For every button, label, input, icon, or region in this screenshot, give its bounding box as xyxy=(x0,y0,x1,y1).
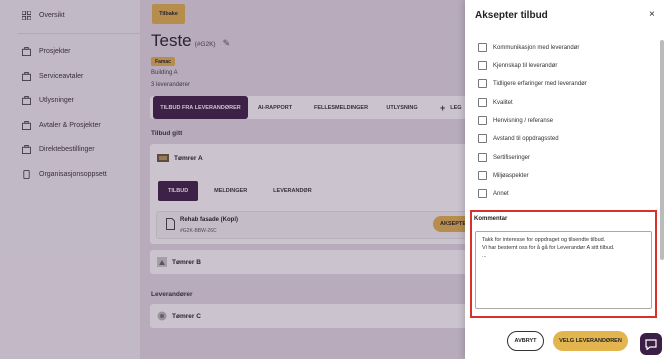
modal-backdrop[interactable] xyxy=(0,0,465,359)
comment-textarea[interactable]: Takk for interesse for oppdraget og tils… xyxy=(475,231,652,309)
criterion-checkbox[interactable]: Avstand til oppdragssted xyxy=(478,134,559,143)
checkbox[interactable] xyxy=(478,98,487,107)
checkbox-label: Henvisning / referanse xyxy=(493,117,554,124)
checkbox[interactable] xyxy=(478,116,487,125)
choose-supplier-button[interactable]: VELG LEVERANDØREN xyxy=(553,331,628,351)
criterion-checkbox[interactable]: Kvalitet xyxy=(478,98,513,107)
chat-button[interactable] xyxy=(640,333,662,355)
checkbox-label: Kvalitet xyxy=(493,99,513,106)
checkbox[interactable] xyxy=(478,153,487,162)
checkbox-label: Miljøaspekter xyxy=(493,172,529,179)
scrollbar[interactable] xyxy=(660,40,664,260)
criterion-checkbox[interactable]: Kommunikasjon med leverandør xyxy=(478,43,579,52)
checkbox-label: Annet xyxy=(493,190,509,197)
checkbox-label: Avstand til oppdragssted xyxy=(493,135,559,142)
criterion-checkbox[interactable]: Annet xyxy=(478,189,509,198)
cancel-button[interactable]: AVBRYT xyxy=(507,331,544,351)
checkbox-label: Kjennskap til leverandør xyxy=(493,62,558,69)
checkbox[interactable] xyxy=(478,61,487,70)
checkbox[interactable] xyxy=(478,43,487,52)
close-icon[interactable]: × xyxy=(649,9,655,20)
accept-offer-panel: Aksepter tilbud × Kommunikasjon med leve… xyxy=(465,0,670,359)
checkbox-label: Kommunikasjon med leverandør xyxy=(493,44,580,51)
checkbox-label: Tidligere erfaringer med leverandør xyxy=(493,80,587,87)
criterion-checkbox[interactable]: Kjennskap til leverandør xyxy=(478,61,557,70)
checkbox-label: Sertifiseringer xyxy=(493,154,531,161)
criterion-checkbox[interactable]: Henvisning / referanse xyxy=(478,116,553,125)
chat-icon xyxy=(645,338,657,350)
checkbox[interactable] xyxy=(478,134,487,143)
criterion-checkbox[interactable]: Sertifiseringer xyxy=(478,153,530,162)
checkbox[interactable] xyxy=(478,79,487,88)
comment-label: Kommentar xyxy=(474,216,508,222)
criterion-checkbox[interactable]: Tidligere erfaringer med leverandør xyxy=(478,79,587,88)
criterion-checkbox[interactable]: Miljøaspekter xyxy=(478,171,529,180)
panel-title: Aksepter tilbud xyxy=(475,10,548,21)
checkbox[interactable] xyxy=(478,189,487,198)
checkbox[interactable] xyxy=(478,171,487,180)
